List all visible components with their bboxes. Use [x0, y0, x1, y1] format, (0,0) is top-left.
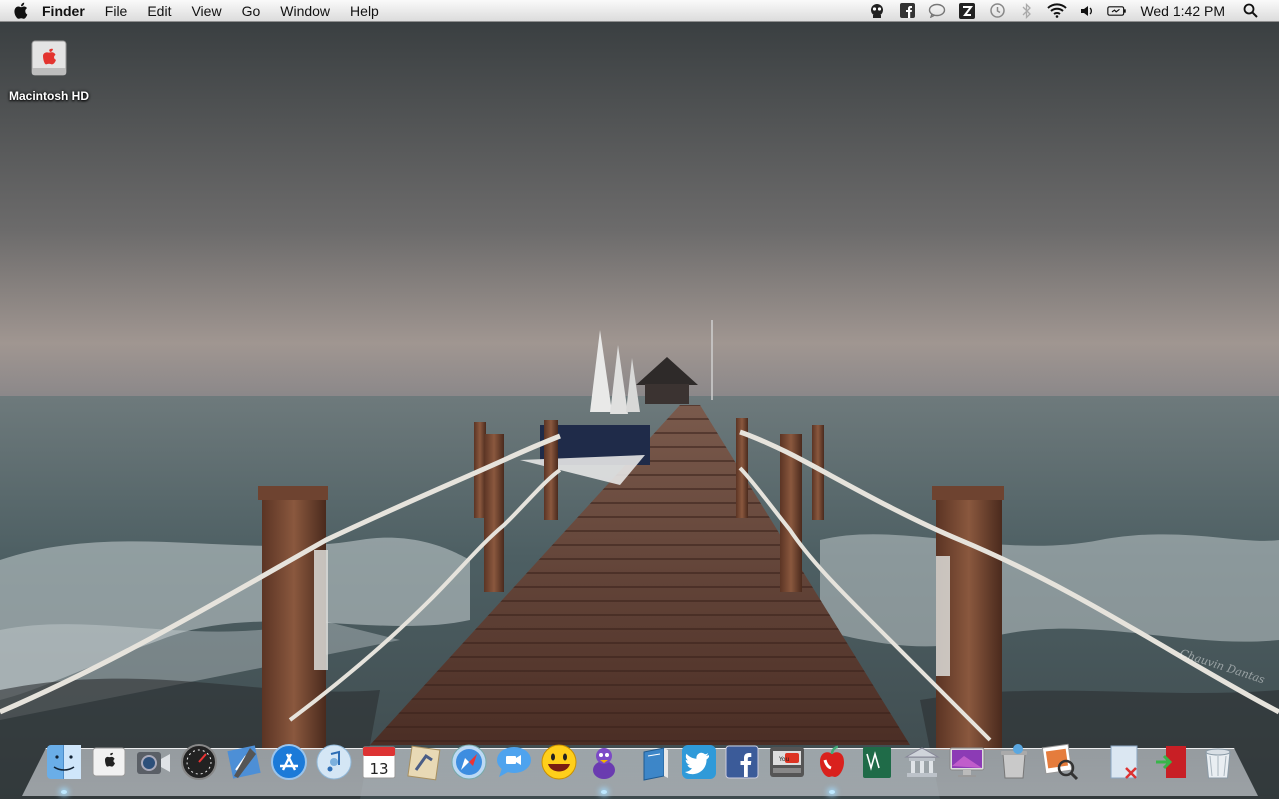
- chat-bubble-icon[interactable]: [927, 0, 947, 22]
- dock-xcode[interactable]: [224, 742, 264, 786]
- dock-twitter[interactable]: [679, 742, 719, 786]
- menu-app-name[interactable]: Finder: [40, 0, 95, 22]
- dock-notes[interactable]: [857, 742, 897, 786]
- dock-finder[interactable]: [44, 742, 84, 794]
- finder-icon: [47, 745, 81, 779]
- calendar-date-label: 13: [369, 760, 388, 778]
- dock-apple-quiz[interactable]: [812, 742, 852, 794]
- menu-help[interactable]: Help: [340, 0, 389, 22]
- trash-cleaner-icon: [1001, 744, 1027, 779]
- running-indicator: [829, 790, 835, 794]
- dock-facebook[interactable]: [722, 742, 762, 786]
- dock-display[interactable]: [947, 742, 987, 786]
- dock-ibooks[interactable]: [636, 742, 676, 786]
- mac-info-icon: [92, 747, 126, 777]
- facebook-icon[interactable]: [897, 0, 917, 22]
- dock-exit[interactable]: [1152, 742, 1192, 786]
- twitter-icon: [682, 745, 716, 779]
- desktop-wallpaper: [0, 22, 1279, 799]
- documents-icon: [1110, 745, 1138, 779]
- menu-go[interactable]: Go: [232, 0, 271, 22]
- dock-safari[interactable]: [449, 742, 489, 786]
- apple-icon: [820, 745, 844, 777]
- dock-adium[interactable]: [584, 742, 624, 794]
- time-machine-icon[interactable]: [987, 0, 1007, 22]
- dock-dashboard[interactable]: [179, 742, 219, 786]
- smiley-icon: [541, 744, 577, 780]
- dashboard-icon: [181, 744, 217, 780]
- dock-calendar[interactable]: 13: [359, 742, 399, 786]
- dock-bank[interactable]: [902, 742, 942, 786]
- battery-icon[interactable]: [1107, 0, 1127, 22]
- dock-trash[interactable]: [1198, 742, 1238, 786]
- volume-icon[interactable]: [1077, 0, 1097, 22]
- dropzone-icon[interactable]: [957, 0, 977, 22]
- svg-text:You: You: [778, 756, 790, 763]
- dock-facetime[interactable]: [134, 742, 174, 786]
- exit-door-icon: [1156, 746, 1186, 778]
- dock-app-store[interactable]: [269, 742, 309, 786]
- dock-yahoo-messenger[interactable]: [539, 742, 579, 786]
- bluetooth-icon[interactable]: [1017, 0, 1037, 22]
- preview-icon: [1041, 743, 1079, 781]
- menu-clock[interactable]: Wed 1:42 PM: [1140, 3, 1225, 19]
- menu-window[interactable]: Window: [270, 0, 340, 22]
- running-indicator: [61, 790, 67, 794]
- itunes-icon: [316, 744, 352, 780]
- spotlight-search-icon[interactable]: [1240, 0, 1260, 22]
- trash-icon: [1205, 748, 1231, 779]
- duck-icon: [593, 748, 615, 779]
- mail-icon: [407, 745, 441, 781]
- facebook-app-icon: [725, 745, 759, 779]
- imac-icon: [949, 747, 985, 777]
- wifi-icon[interactable]: [1047, 0, 1068, 22]
- desktop-icon-macintosh-hd[interactable]: Macintosh HD: [4, 38, 94, 103]
- dock-cleaner[interactable]: [994, 742, 1034, 786]
- dock-system-info[interactable]: [89, 742, 129, 786]
- youtube-icon: You: [770, 747, 804, 777]
- messages-icon: [497, 747, 531, 777]
- dock-messages[interactable]: [494, 742, 534, 786]
- facetime-icon: [137, 752, 170, 774]
- dock-mail[interactable]: [404, 742, 444, 786]
- app-store-icon: [271, 744, 307, 780]
- dock-youtube[interactable]: You: [767, 742, 807, 786]
- safari-icon: [451, 744, 487, 780]
- running-indicator: [601, 790, 607, 794]
- desktop-icon-label: Macintosh HD: [8, 89, 89, 103]
- book-icon: [643, 747, 668, 781]
- bank-icon: [904, 747, 940, 777]
- notebook-icon: [863, 747, 891, 778]
- dock-preview[interactable]: [1040, 742, 1080, 786]
- menu-edit[interactable]: Edit: [137, 0, 181, 22]
- menu-view[interactable]: View: [181, 0, 231, 22]
- hard-drive-icon: [31, 40, 67, 76]
- robot-icon[interactable]: [867, 0, 887, 22]
- dock-itunes[interactable]: [314, 742, 354, 786]
- menu-file[interactable]: File: [95, 0, 138, 22]
- xcode-icon: [227, 745, 261, 779]
- calendar-icon: 13: [362, 746, 396, 779]
- menu-bar: Finder File Edit View Go Window Help Wed…: [0, 0, 1279, 22]
- dock-documents[interactable]: [1106, 742, 1146, 786]
- apple-menu-icon[interactable]: [0, 0, 40, 22]
